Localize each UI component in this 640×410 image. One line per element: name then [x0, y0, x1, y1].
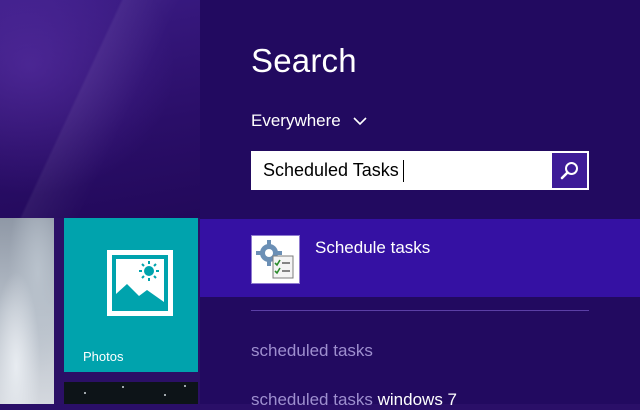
divider [251, 310, 589, 311]
search-result-schedule-tasks[interactable]: Schedule tasks [200, 219, 640, 297]
text-caret [403, 160, 404, 182]
chevron-down-icon [353, 116, 367, 126]
app-tile[interactable] [64, 382, 198, 404]
photo-icon [107, 250, 173, 316]
search-box [251, 151, 589, 190]
search-suggestion[interactable]: scheduled tasks [251, 341, 373, 361]
search-scope-dropdown[interactable]: Everywhere [251, 111, 367, 131]
task-scheduler-icon [251, 235, 300, 284]
search-result-label: Schedule tasks [315, 238, 431, 257]
start-background-accent [0, 0, 200, 218]
suggestion-completion-text: windows 7 [372, 390, 458, 409]
suggestion-match-text: scheduled tasks [251, 390, 373, 409]
suggestion-match-text: scheduled tasks [251, 341, 373, 360]
photos-tile[interactable]: Photos [64, 218, 198, 372]
page-title: Search [251, 42, 357, 79]
start-screen: Photos [0, 0, 200, 404]
search-scope-label: Everywhere [251, 111, 341, 130]
search-input[interactable] [251, 151, 549, 190]
search-pane: Search Everywhere Scheduled Tasks Schedu… [200, 0, 640, 409]
photos-tile-label: Photos [83, 349, 124, 364]
desktop-tile[interactable] [0, 218, 54, 404]
search-suggestion[interactable]: scheduled tasks windows 7 [251, 390, 457, 410]
search-button[interactable] [552, 153, 587, 188]
